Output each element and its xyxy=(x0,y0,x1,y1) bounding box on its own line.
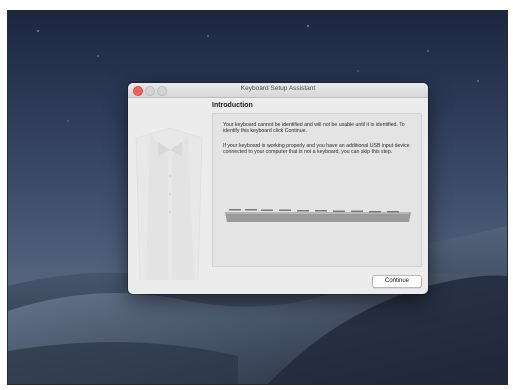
page-title: Introduction xyxy=(212,102,253,109)
continue-button[interactable]: Continue xyxy=(372,275,422,288)
keyboard-setup-assistant-window: Keyboard Setup Assistant Introduction Yo… xyxy=(128,83,428,294)
intro-paragraph: Your keyboard cannot be identified and w… xyxy=(223,122,405,135)
skip-paragraph: If your keyboard is working properly and… xyxy=(223,143,410,156)
tuxedo-illustration-icon xyxy=(135,127,203,280)
window-title: Keyboard Setup Assistant xyxy=(240,85,316,92)
keyboard-icon xyxy=(225,209,411,222)
content-panel: Your keyboard cannot be identified and w… xyxy=(212,113,422,267)
title-bar: Keyboard Setup Assistant xyxy=(128,83,428,98)
